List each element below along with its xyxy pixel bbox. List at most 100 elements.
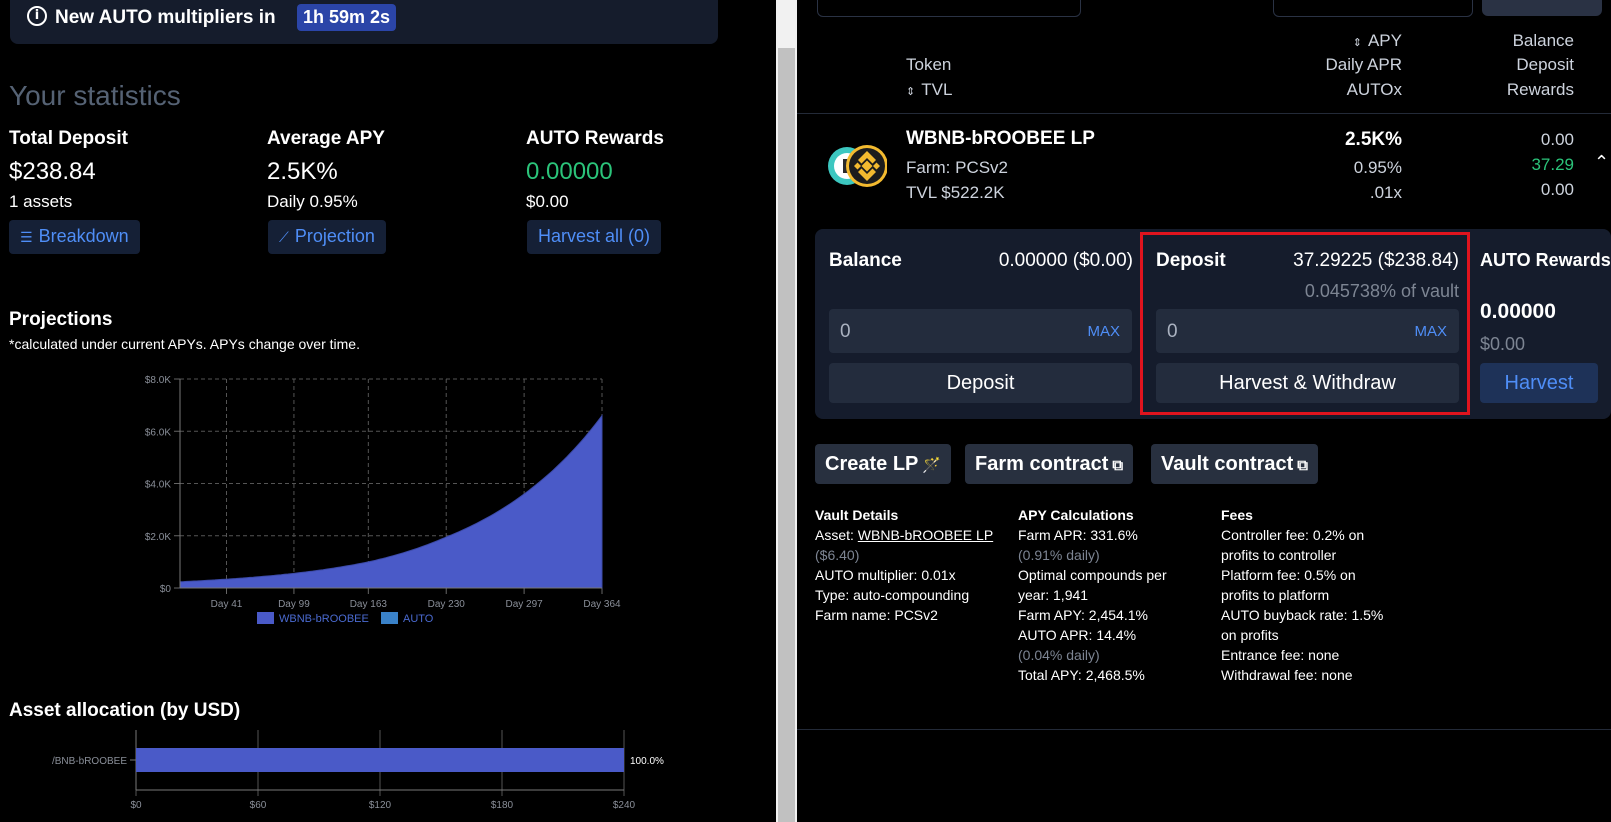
harvest-all-button[interactable]: Harvest all (0) bbox=[527, 220, 662, 254]
auto-rewards-stat: AUTO Rewards 0.00000 $0.00 bbox=[526, 128, 664, 212]
top-action-button[interactable] bbox=[1482, 0, 1602, 16]
buyback-rate-2: on profits bbox=[1221, 627, 1279, 643]
x-tick-label: Day 297 bbox=[505, 599, 543, 610]
y-tick-label: $0 bbox=[160, 584, 172, 595]
series-area-wbnb-broobee bbox=[179, 414, 603, 589]
vault-farm: Farm: PCSv2 bbox=[906, 158, 1009, 177]
filter-box[interactable] bbox=[1273, 0, 1473, 17]
farm-apr: Farm APR: 331.6% bbox=[1018, 527, 1138, 543]
fees-title: Fees bbox=[1221, 507, 1253, 523]
farm-name: Farm name: PCSv2 bbox=[815, 607, 938, 623]
x-tick-label: $240 bbox=[613, 800, 636, 811]
x-tick-label: Day 41 bbox=[211, 599, 243, 610]
apy-calculations: APY Calculations Farm APR: 331.6% (0.91%… bbox=[1018, 505, 1167, 685]
line-chart-icon: ⟋ bbox=[279, 230, 289, 246]
x-tick-label: $120 bbox=[369, 800, 392, 811]
average-apy-value: 2.5K% bbox=[267, 158, 338, 185]
platform-fee-2: profits to platform bbox=[1221, 587, 1330, 603]
vault-daily-apr: 0.95% bbox=[1353, 158, 1402, 177]
category-label: /BNB-bROOBEE bbox=[52, 756, 127, 767]
divider bbox=[797, 729, 1611, 730]
y-tick-label: $4.0K bbox=[145, 480, 171, 491]
search-box[interactable] bbox=[817, 0, 1081, 17]
breakdown-label: Breakdown bbox=[38, 226, 129, 246]
x-tick-label: Day 99 bbox=[278, 599, 310, 610]
header-apy-label: APY bbox=[1367, 31, 1402, 50]
vault-tvl: TVL $522.2K bbox=[906, 183, 1005, 202]
x-tick-label: $60 bbox=[250, 800, 267, 811]
auto-multiplier: AUTO multiplier: 0.01x bbox=[815, 567, 956, 583]
breakdown-button[interactable]: ☰ Breakdown bbox=[9, 220, 140, 254]
info-icon: i bbox=[27, 6, 47, 26]
header-token[interactable]: Token bbox=[906, 52, 951, 77]
y-tick-label: $8.0K bbox=[145, 375, 171, 386]
projection-button[interactable]: ⟋ Projection bbox=[268, 220, 386, 254]
scrollbar[interactable] bbox=[776, 0, 797, 822]
allocation-title: Asset allocation (by USD) bbox=[9, 700, 241, 721]
x-tick-label: Day 163 bbox=[350, 599, 388, 610]
y-tick-label: $6.0K bbox=[145, 427, 171, 438]
total-apy: Total APY: 2,468.5% bbox=[1018, 667, 1145, 683]
rewards-usd: $0.00 bbox=[1480, 334, 1526, 354]
auto-rewards-usd: $0.00 bbox=[526, 192, 569, 211]
chevron-up-icon[interactable]: ⌃ bbox=[1594, 152, 1609, 173]
deposit-amount-input[interactable]: 0 MAX bbox=[829, 309, 1132, 353]
vault-contract-label: Vault contract bbox=[1161, 453, 1294, 475]
scrollbar-thumb[interactable] bbox=[778, 48, 795, 822]
legend-swatch bbox=[381, 612, 398, 624]
platform-fee-1: Platform fee: 0.5% on bbox=[1221, 567, 1356, 583]
legend-label: WBNB-bROOBEE bbox=[279, 613, 369, 625]
header-tvl[interactable]: ⇕ TVL bbox=[906, 77, 952, 104]
harvest-button[interactable]: Harvest bbox=[1480, 363, 1598, 403]
asset-link[interactable]: WBNB-bROOBEE LP bbox=[858, 527, 993, 543]
deposit-button[interactable]: Deposit bbox=[829, 363, 1132, 403]
vault-autox: .01x bbox=[1369, 183, 1402, 202]
projection-label: Projection bbox=[294, 226, 375, 246]
statistics-title: Your statistics bbox=[9, 80, 181, 111]
fees: Fees Controller fee: 0.2% on profits to … bbox=[1221, 505, 1383, 685]
vault-deposit: 37.29 bbox=[1531, 155, 1574, 174]
allocation-chart: $0 $60 $120 $180 $240/BNB-bROOBEE 100.0% bbox=[52, 730, 664, 811]
auto-rewards-value: 0.00000 bbox=[526, 158, 613, 185]
sort-icon: ⇕ bbox=[1352, 36, 1362, 49]
compounds-line-2: year: 1,941 bbox=[1018, 587, 1089, 603]
rewards-value: 0.00000 bbox=[1480, 300, 1556, 323]
vault-type: Type: auto-compounding bbox=[815, 587, 970, 603]
x-tick-label: Day 364 bbox=[583, 599, 621, 610]
assets-count: 1 assets bbox=[9, 192, 73, 211]
total-deposit-label: Total Deposit bbox=[9, 128, 128, 149]
total-deposit-stat: Total Deposit $238.84 1 assets bbox=[9, 128, 128, 212]
x-tick-label: $180 bbox=[491, 800, 514, 811]
total-deposit-value: $238.84 bbox=[9, 158, 96, 185]
vault-details-title: Vault Details bbox=[815, 507, 899, 523]
allocation-bar bbox=[136, 748, 624, 772]
deposit-max-button[interactable]: MAX bbox=[1087, 323, 1120, 340]
asset-label: Asset: bbox=[815, 527, 858, 543]
farm-contract-button[interactable]: Farm contract ⧉ bbox=[965, 444, 1134, 484]
create-lp-label: Create LP bbox=[825, 453, 919, 475]
x-tick-label: $0 bbox=[130, 800, 142, 811]
balance-label: Balance bbox=[829, 250, 902, 271]
harvest-all-label: Harvest all (0) bbox=[538, 226, 651, 246]
highlight-box bbox=[1140, 232, 1470, 415]
x-tick-label: Day 230 bbox=[428, 599, 466, 610]
projection-chart: $0 $2.0K $4.0K $6.0K $8.0K Day 41 Day 99 Day 16… bbox=[145, 375, 621, 625]
auto-apr-daily: (0.04% daily) bbox=[1018, 647, 1100, 663]
vault-apy: 2.5K% bbox=[1344, 129, 1402, 150]
create-lp-button[interactable]: Create LP 🪄 bbox=[815, 444, 952, 484]
divider bbox=[797, 113, 1611, 114]
legend-label: AUTO bbox=[403, 613, 434, 625]
vault-contract-button[interactable]: Vault contract ⧉ bbox=[1151, 444, 1318, 484]
auto-apr: AUTO APR: 14.4% bbox=[1018, 627, 1137, 643]
header-deposit: Deposit bbox=[1516, 55, 1574, 74]
header-apy[interactable]: ⇕ APY bbox=[1257, 28, 1402, 55]
header-daily-apr: Daily APR bbox=[1325, 55, 1402, 74]
farm-apr-daily: (0.91% daily) bbox=[1018, 547, 1100, 563]
vault-name[interactable]: WBNB-bROOBEE LP bbox=[906, 128, 1095, 150]
y-tick-label: $2.0K bbox=[145, 532, 171, 543]
header-tvl-label: TVL bbox=[921, 80, 953, 99]
asset-price: ($6.40) bbox=[815, 547, 860, 563]
vault-rewards: 0.00 bbox=[1540, 180, 1574, 199]
vault-balance: 0.00 bbox=[1540, 130, 1574, 149]
external-link-icon: ⧉ bbox=[1112, 456, 1124, 474]
